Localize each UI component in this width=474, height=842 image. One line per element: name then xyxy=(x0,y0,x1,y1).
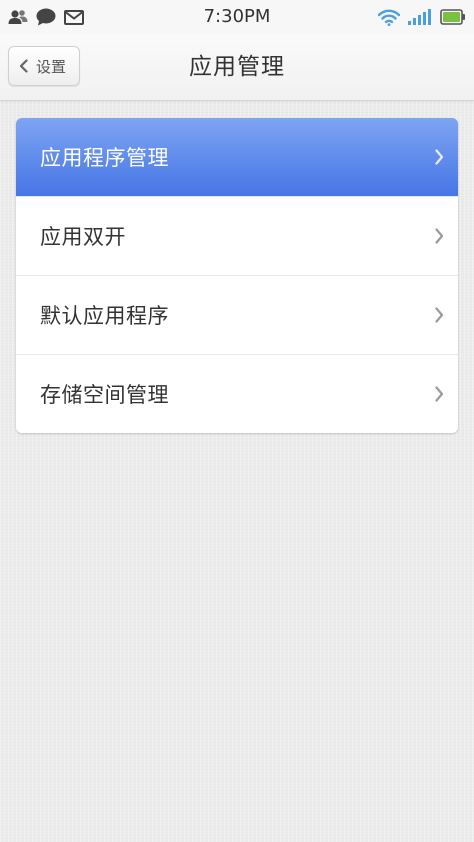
menu-item-storage[interactable]: 存储空间管理 xyxy=(16,354,458,433)
chevron-right-icon xyxy=(435,149,444,165)
chevron-right-icon xyxy=(435,307,444,323)
menu-item-label: 存储空间管理 xyxy=(40,383,169,407)
menu-item-label: 应用双开 xyxy=(40,225,126,249)
menu-item-label: 默认应用程序 xyxy=(40,304,169,328)
signal-icon xyxy=(408,9,431,25)
menu-item-app-manager[interactable]: 应用程序管理 xyxy=(16,118,458,196)
chevron-right-icon xyxy=(435,386,444,402)
page-title: 应用管理 xyxy=(189,54,285,80)
chevron-right-icon xyxy=(435,228,444,244)
menu-item-dual-apps[interactable]: 应用双开 xyxy=(16,196,458,275)
menu-item-label: 应用程序管理 xyxy=(40,146,169,170)
menu-list: 应用程序管理 应用双开 默认应用程序 存储空间管理 xyxy=(16,118,458,433)
status-bar: 7:30PM xyxy=(0,0,474,34)
status-indicators xyxy=(370,6,466,28)
menu-item-default-apps[interactable]: 默认应用程序 xyxy=(16,275,458,354)
wifi-icon xyxy=(378,9,400,26)
title-bar: 设置 应用管理 xyxy=(0,34,474,101)
battery-icon xyxy=(440,9,465,25)
